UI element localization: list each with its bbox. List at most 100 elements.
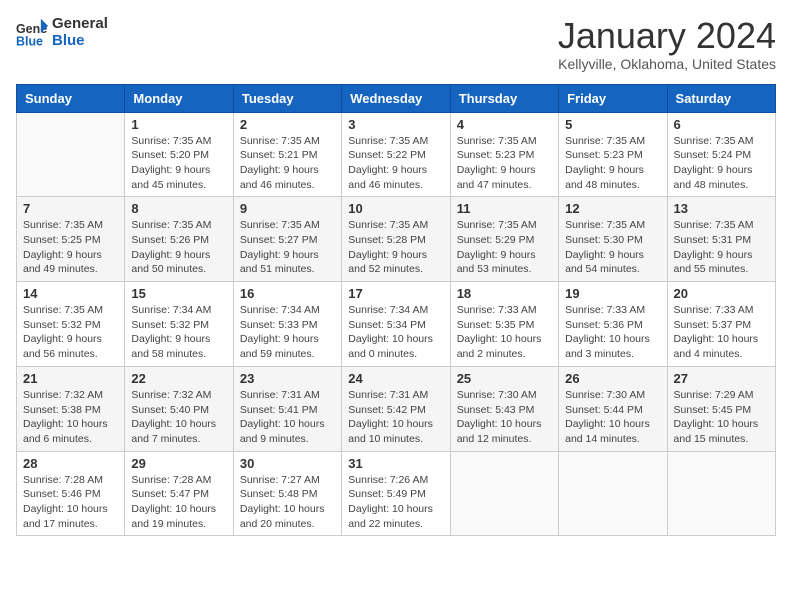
day-number: 10 [348, 201, 443, 216]
day-info: Sunrise: 7:34 AMSunset: 5:33 PMDaylight:… [240, 303, 335, 362]
day-info: Sunrise: 7:35 AMSunset: 5:29 PMDaylight:… [457, 218, 552, 277]
calendar-cell: 22Sunrise: 7:32 AMSunset: 5:40 PMDayligh… [125, 366, 233, 451]
calendar-cell: 2 Sunrise: 7:35 AMSunset: 5:21 PMDaylight… [233, 112, 341, 197]
day-number: 31 [348, 456, 443, 471]
day-info: Sunrise: 7:35 AMSunset: 5:23 PMDaylight:… [565, 134, 660, 193]
calendar-table: SundayMondayTuesdayWednesdayThursdayFrid… [16, 84, 776, 537]
day-info: Sunrise: 7:35 AMSunset: 5:24 PMDaylight:… [674, 134, 769, 193]
week-row-1: 1 Sunrise: 7:35 AMSunset: 5:20 PMDaylight… [17, 112, 776, 197]
day-number: 9 [240, 201, 335, 216]
day-number: 15 [131, 286, 226, 301]
day-number: 5 [565, 117, 660, 132]
calendar-cell: 10Sunrise: 7:35 AMSunset: 5:28 PMDayligh… [342, 197, 450, 282]
calendar-cell: 1 Sunrise: 7:35 AMSunset: 5:20 PMDaylight… [125, 112, 233, 197]
header-wednesday: Wednesday [342, 84, 450, 112]
day-info: Sunrise: 7:30 AMSunset: 5:44 PMDaylight:… [565, 388, 660, 447]
day-info: Sunrise: 7:35 AMSunset: 5:25 PMDaylight:… [23, 218, 118, 277]
day-info: Sunrise: 7:35 AMSunset: 5:23 PMDaylight:… [457, 134, 552, 193]
day-number: 30 [240, 456, 335, 471]
day-info: Sunrise: 7:32 AMSunset: 5:40 PMDaylight:… [131, 388, 226, 447]
calendar-cell: 29 Sunrise: 7:28 AMSunset: 5:47 PMDayligh… [125, 451, 233, 536]
calendar-cell: 30 Sunrise: 7:27 AMSunset: 5:48 PMDayligh… [233, 451, 341, 536]
day-number: 4 [457, 117, 552, 132]
day-number: 28 [23, 456, 118, 471]
title-area: January 2024 Kellyville, Oklahoma, Unite… [558, 16, 776, 72]
calendar-cell: 4 Sunrise: 7:35 AMSunset: 5:23 PMDaylight… [450, 112, 558, 197]
calendar-cell [17, 112, 125, 197]
day-number: 18 [457, 286, 552, 301]
logo-text-line1: General [52, 16, 108, 33]
day-number: 27 [674, 371, 769, 386]
day-info: Sunrise: 7:27 AMSunset: 5:48 PMDaylight:… [240, 473, 335, 532]
day-info: Sunrise: 7:31 AMSunset: 5:41 PMDaylight:… [240, 388, 335, 447]
logo-text-line2: Blue [52, 33, 108, 50]
day-number: 29 [131, 456, 226, 471]
day-info: Sunrise: 7:26 AMSunset: 5:49 PMDaylight:… [348, 473, 443, 532]
calendar-cell: 11 Sunrise: 7:35 AMSunset: 5:29 PMDayligh… [450, 197, 558, 282]
day-number: 3 [348, 117, 443, 132]
day-number: 2 [240, 117, 335, 132]
day-number: 21 [23, 371, 118, 386]
day-info: Sunrise: 7:33 AMSunset: 5:36 PMDaylight:… [565, 303, 660, 362]
calendar-cell: 8Sunrise: 7:35 AMSunset: 5:26 PMDaylight… [125, 197, 233, 282]
day-number: 19 [565, 286, 660, 301]
day-info: Sunrise: 7:35 AMSunset: 5:27 PMDaylight:… [240, 218, 335, 277]
calendar-cell: 9 Sunrise: 7:35 AMSunset: 5:27 PMDaylight… [233, 197, 341, 282]
logo-icon: General Blue [16, 17, 48, 49]
week-row-3: 14 Sunrise: 7:35 AMSunset: 5:32 PMDayligh… [17, 282, 776, 367]
calendar-cell: 7 Sunrise: 7:35 AMSunset: 5:25 PMDaylight… [17, 197, 125, 282]
day-number: 24 [348, 371, 443, 386]
day-number: 12 [565, 201, 660, 216]
header-friday: Friday [559, 84, 667, 112]
day-info: Sunrise: 7:35 AMSunset: 5:21 PMDaylight:… [240, 134, 335, 193]
calendar-cell [559, 451, 667, 536]
calendar-cell: 19 Sunrise: 7:33 AMSunset: 5:36 PMDayligh… [559, 282, 667, 367]
day-info: Sunrise: 7:33 AMSunset: 5:35 PMDaylight:… [457, 303, 552, 362]
day-number: 11 [457, 201, 552, 216]
calendar-cell: 21 Sunrise: 7:32 AMSunset: 5:38 PMDayligh… [17, 366, 125, 451]
day-number: 14 [23, 286, 118, 301]
day-info: Sunrise: 7:28 AMSunset: 5:46 PMDaylight:… [23, 473, 118, 532]
day-info: Sunrise: 7:35 AMSunset: 5:31 PMDaylight:… [674, 218, 769, 277]
day-info: Sunrise: 7:29 AMSunset: 5:45 PMDaylight:… [674, 388, 769, 447]
day-number: 6 [674, 117, 769, 132]
day-number: 26 [565, 371, 660, 386]
calendar-cell: 12 Sunrise: 7:35 AMSunset: 5:30 PMDayligh… [559, 197, 667, 282]
day-info: Sunrise: 7:35 AMSunset: 5:30 PMDaylight:… [565, 218, 660, 277]
calendar-cell: 5 Sunrise: 7:35 AMSunset: 5:23 PMDaylight… [559, 112, 667, 197]
page-header: General Blue General Blue January 2024 K… [16, 16, 776, 72]
day-info: Sunrise: 7:35 AMSunset: 5:20 PMDaylight:… [131, 134, 226, 193]
day-number: 25 [457, 371, 552, 386]
calendar-cell [450, 451, 558, 536]
day-info: Sunrise: 7:35 AMSunset: 5:22 PMDaylight:… [348, 134, 443, 193]
day-info: Sunrise: 7:28 AMSunset: 5:47 PMDaylight:… [131, 473, 226, 532]
calendar-cell: 24Sunrise: 7:31 AMSunset: 5:42 PMDayligh… [342, 366, 450, 451]
day-info: Sunrise: 7:35 AMSunset: 5:32 PMDaylight:… [23, 303, 118, 362]
calendar-cell: 16Sunrise: 7:34 AMSunset: 5:33 PMDayligh… [233, 282, 341, 367]
week-row-2: 7 Sunrise: 7:35 AMSunset: 5:25 PMDaylight… [17, 197, 776, 282]
calendar-cell: 20Sunrise: 7:33 AMSunset: 5:37 PMDayligh… [667, 282, 775, 367]
logo: General Blue General Blue [16, 16, 108, 49]
day-number: 1 [131, 117, 226, 132]
day-info: Sunrise: 7:30 AMSunset: 5:43 PMDaylight:… [457, 388, 552, 447]
location: Kellyville, Oklahoma, United States [558, 56, 776, 72]
day-number: 7 [23, 201, 118, 216]
day-info: Sunrise: 7:34 AMSunset: 5:34 PMDaylight:… [348, 303, 443, 362]
month-title: January 2024 [558, 16, 776, 56]
calendar-cell: 3 Sunrise: 7:35 AMSunset: 5:22 PMDaylight… [342, 112, 450, 197]
calendar-cell: 14 Sunrise: 7:35 AMSunset: 5:32 PMDayligh… [17, 282, 125, 367]
calendar-cell: 18 Sunrise: 7:33 AMSunset: 5:35 PMDayligh… [450, 282, 558, 367]
calendar-cell: 15 Sunrise: 7:34 AMSunset: 5:32 PMDayligh… [125, 282, 233, 367]
svg-text:Blue: Blue [16, 34, 43, 48]
day-info: Sunrise: 7:32 AMSunset: 5:38 PMDaylight:… [23, 388, 118, 447]
day-number: 17 [348, 286, 443, 301]
calendar-cell: 31 Sunrise: 7:26 AMSunset: 5:49 PMDayligh… [342, 451, 450, 536]
header-sunday: Sunday [17, 84, 125, 112]
day-info: Sunrise: 7:35 AMSunset: 5:26 PMDaylight:… [131, 218, 226, 277]
day-info: Sunrise: 7:34 AMSunset: 5:32 PMDaylight:… [131, 303, 226, 362]
day-number: 20 [674, 286, 769, 301]
day-number: 13 [674, 201, 769, 216]
calendar-cell [667, 451, 775, 536]
header-thursday: Thursday [450, 84, 558, 112]
calendar-cell: 28 Sunrise: 7:28 AMSunset: 5:46 PMDayligh… [17, 451, 125, 536]
